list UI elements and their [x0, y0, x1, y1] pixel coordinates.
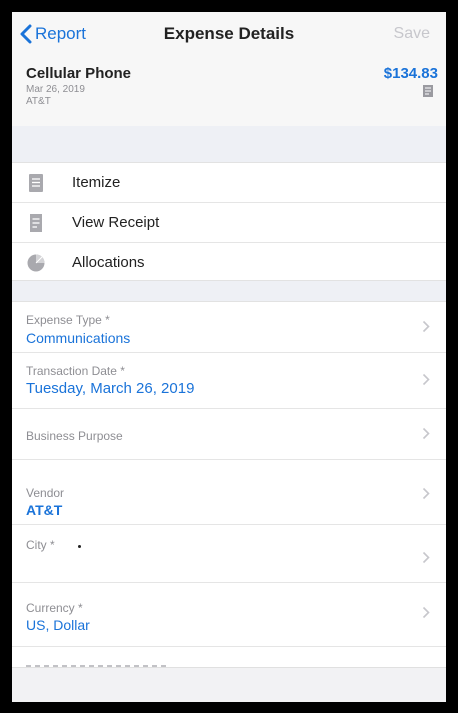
allocations-label: Allocations — [72, 254, 145, 271]
field-label: Vendor — [26, 486, 65, 500]
bottom-toolbar — [12, 667, 446, 702]
chevron-right-icon — [422, 373, 430, 386]
expense-date: Mar 26, 2019 — [26, 84, 85, 95]
expense-type-field[interactable]: Expense Type * Communications — [12, 301, 446, 353]
action-list: Itemize View Receipt Allocations — [12, 163, 446, 282]
section-spacer — [12, 280, 446, 302]
allocations-row[interactable]: Allocations — [12, 243, 446, 282]
chevron-right-icon — [422, 606, 430, 619]
field-value: AT&T — [26, 502, 63, 518]
field-label: City * — [26, 538, 55, 552]
chevron-right-icon — [422, 427, 430, 440]
itemize-label: Itemize — [72, 174, 121, 191]
expense-amount: $134.83 — [383, 65, 438, 82]
field-label: Currency * — [26, 601, 83, 615]
view-receipt-label: View Receipt — [72, 214, 160, 231]
field-label: Transaction Date * — [26, 364, 125, 378]
expense-vendor: AT&T — [26, 96, 51, 107]
itemize-icon — [29, 174, 43, 192]
section-spacer — [12, 126, 446, 163]
field-value: US, Dollar — [26, 617, 90, 633]
transaction-date-field[interactable]: Transaction Date * Tuesday, March 26, 20… — [12, 353, 446, 409]
vendor-field[interactable]: Vendor AT&T — [12, 460, 446, 525]
chevron-right-icon — [422, 487, 430, 500]
page-title: Expense Details — [163, 24, 295, 43]
expense-name: Cellular Phone — [26, 65, 132, 82]
pie-chart-icon — [27, 254, 45, 272]
field-value: Communications — [26, 330, 131, 346]
field-label: Business Purpose — [26, 429, 123, 443]
field-value-marker — [78, 545, 81, 548]
phone-screen: Report Expense Details Save Cellular Pho… — [12, 12, 446, 702]
receipt-icon — [423, 85, 433, 97]
business-purpose-field[interactable]: Business Purpose — [12, 409, 446, 460]
view-receipt-row[interactable]: View Receipt — [12, 203, 446, 243]
receipt-icon — [30, 214, 42, 232]
expense-fields: Expense Type * Communications Transactio… — [12, 301, 446, 677]
navigation-bar: Report Expense Details Save — [12, 12, 446, 56]
city-field[interactable]: City * — [12, 525, 446, 583]
field-label: Expense Type * — [26, 313, 110, 327]
itemize-row[interactable]: Itemize — [12, 163, 446, 203]
save-button[interactable]: Save — [394, 25, 430, 43]
currency-field[interactable]: Currency * US, Dollar — [12, 583, 446, 647]
chevron-right-icon — [422, 551, 430, 564]
chevron-right-icon — [422, 320, 430, 333]
expense-summary[interactable]: Cellular Phone Mar 26, 2019 AT&T $134.83 — [12, 56, 446, 126]
field-value: Tuesday, March 26, 2019 — [26, 380, 195, 397]
